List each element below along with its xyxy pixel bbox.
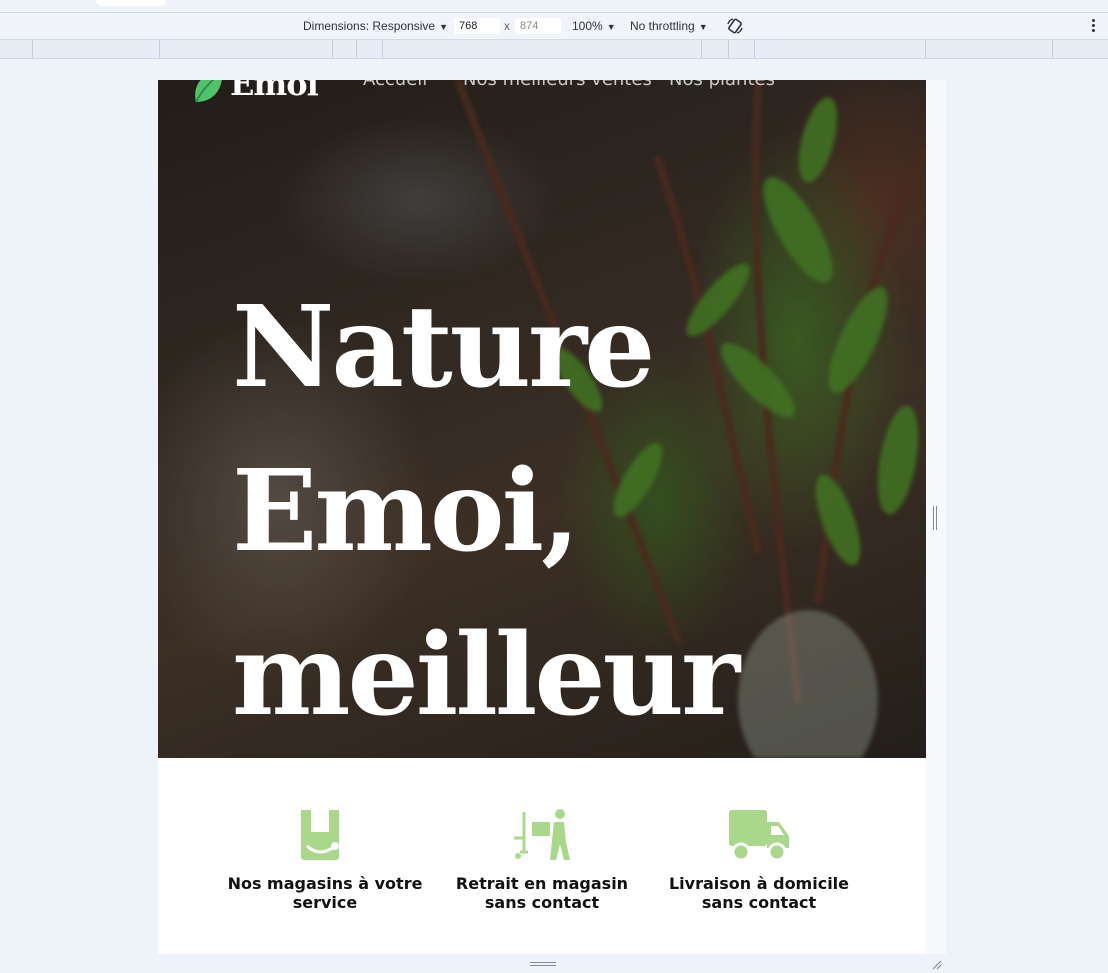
dimensions-label: Dimensions: Responsive: [303, 19, 436, 33]
device-toolbar: Dimensions: Responsive ▼ 768 x 874 100% ▼ …: [0, 13, 1108, 40]
hero-section: Emoi Accueil Nos meilleurs ventes Nos pl…: [158, 80, 926, 758]
corner-resize-icon[interactable]: [930, 958, 942, 970]
height-input[interactable]: 874: [515, 18, 561, 34]
site-logo[interactable]: Emoi: [192, 80, 322, 106]
nav-link-accueil[interactable]: Accueil: [363, 80, 427, 92]
nav-link-best-sellers[interactable]: Nos meilleurs ventes: [463, 80, 652, 92]
pickup-person-icon: [514, 809, 570, 860]
store-icon: [301, 810, 339, 860]
throttling-label: No throttling: [630, 19, 695, 33]
headline-line-1: Nature: [232, 282, 655, 413]
media-query-bar[interactable]: [0, 40, 1108, 59]
width-input[interactable]: 768: [454, 18, 500, 34]
dimensions-dropdown[interactable]: Dimensions: Responsive ▼: [303, 13, 448, 39]
nav-link-plants[interactable]: Nos plantes: [669, 80, 775, 92]
page-viewport: Emoi Accueil Nos meilleurs ventes Nos pl…: [158, 80, 926, 954]
feature-label-stores: Nos magasins à votre service: [227, 874, 423, 912]
chevron-down-icon: ▼: [606, 22, 616, 32]
feature-label-delivery: Livraison à domicile sans contact: [668, 874, 850, 912]
more-options-icon[interactable]: [1092, 19, 1096, 33]
throttling-dropdown[interactable]: No throttling ▼: [630, 13, 708, 39]
browser-top-strip: [0, 0, 1108, 13]
zoom-dropdown[interactable]: 100% ▼: [572, 13, 616, 39]
delivery-truck-icon: [729, 810, 789, 862]
chevron-down-icon: ▼: [698, 22, 708, 32]
resize-handle-right[interactable]: [933, 506, 939, 530]
leaf-logo-icon: [195, 80, 222, 103]
headline-line-3: meilleur: [232, 610, 740, 741]
logo-text: Emoi: [230, 80, 319, 103]
rotate-icon[interactable]: [726, 17, 744, 35]
zoom-label: 100%: [572, 19, 603, 33]
headline-line-2: Emoi,: [232, 446, 580, 577]
features-section: Nos magasins à votre service Retrait en …: [158, 758, 926, 954]
hero-headline: Nature Emoi, meilleur: [232, 266, 792, 758]
resize-handle-bottom[interactable]: [530, 962, 556, 968]
dimension-separator: x: [504, 19, 510, 33]
browser-tab[interactable]: [96, 0, 166, 6]
feature-label-pickup: Retrait en magasin sans contact: [455, 874, 629, 912]
chevron-down-icon: ▼: [439, 22, 448, 32]
